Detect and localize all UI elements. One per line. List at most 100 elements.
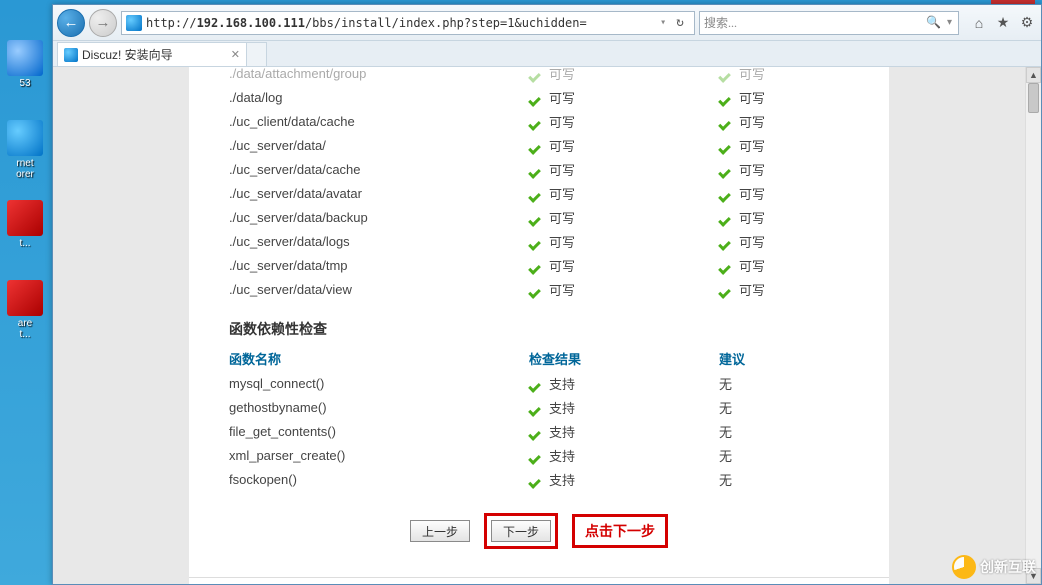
scroll-track[interactable] (1026, 83, 1041, 568)
url-text: http://192.168.100.111/bbs/install/index… (146, 16, 587, 30)
col-header: 建议 (719, 349, 849, 368)
desktop-icon[interactable]: 53 (4, 40, 46, 89)
status-text: 可写 (739, 160, 765, 179)
desktop-icon-label: are t... (18, 318, 32, 340)
status-text: 可写 (739, 280, 765, 299)
dir-path: ./uc_server/data/tmp (229, 258, 529, 273)
status-text: 可写 (739, 112, 765, 131)
scroll-thumb[interactable] (1028, 83, 1039, 113)
check-icon (529, 282, 543, 296)
desktop-icon[interactable]: t... (4, 200, 46, 249)
favorites-icon[interactable]: ★ (993, 13, 1013, 33)
refresh-button[interactable]: ↻ (670, 15, 690, 30)
search-box[interactable]: 搜索... 🔍 ▾ (699, 11, 959, 35)
tab-close-icon[interactable]: ✕ (231, 48, 240, 61)
status-text: 可写 (549, 160, 575, 179)
table-row: ./uc_server/data/backup可写可写 (229, 205, 849, 229)
check-icon (529, 210, 543, 224)
check-icon (529, 186, 543, 200)
result-text: 支持 (549, 422, 575, 441)
search-dropdown-icon[interactable]: ▾ (945, 17, 954, 28)
page-content: ./data/attachment/group 可写 可写 ./data/log… (53, 67, 1025, 584)
suggestion-text: 无 (719, 374, 732, 393)
status-text: 可写 (739, 184, 765, 203)
search-placeholder: 搜索... (704, 14, 737, 31)
suggestion-text: 无 (719, 446, 732, 465)
ie-icon (64, 48, 78, 62)
address-bar[interactable]: http://192.168.100.111/bbs/install/index… (121, 11, 695, 35)
status-text: 可写 (549, 112, 575, 131)
col-header: 检查结果 (529, 349, 719, 368)
next-step-button[interactable]: 下一步 (491, 520, 551, 542)
status-text: 可写 (549, 67, 575, 83)
check-icon (529, 234, 543, 248)
status-text: 可写 (549, 136, 575, 155)
check-icon (529, 448, 543, 462)
status-text: 可写 (549, 208, 575, 227)
table-row: mysql_connect()支持无 (229, 371, 849, 395)
back-button[interactable]: ← (57, 9, 85, 37)
watermark-logo-icon (952, 555, 976, 579)
dir-path: ./uc_server/data/logs (229, 234, 529, 249)
suggestion-text: 无 (719, 398, 732, 417)
result-text: 支持 (549, 470, 575, 489)
tab-title: Discuz! 安装向导 (82, 46, 173, 63)
tab-strip: Discuz! 安装向导 ✕ (53, 41, 1041, 67)
result-text: 支持 (549, 398, 575, 417)
desktop-icon-label: t... (19, 238, 30, 249)
suggestion-text: 无 (719, 470, 732, 489)
annotation-label: 点击下一步 (572, 514, 668, 548)
status-text: 可写 (549, 280, 575, 299)
check-icon (529, 400, 543, 414)
check-icon (719, 234, 733, 248)
func-name: xml_parser_create() (229, 448, 529, 463)
search-icon[interactable]: 🔍 (922, 15, 945, 30)
ie-window: ← → http://192.168.100.111/bbs/install/i… (52, 4, 1042, 585)
toolbar: ← → http://192.168.100.111/bbs/install/i… (53, 5, 1041, 41)
check-icon (529, 258, 543, 272)
status-text: 可写 (549, 88, 575, 107)
table-row: ./uc_server/data/view可写可写 (229, 277, 849, 301)
status-text: 可写 (549, 232, 575, 251)
status-text: 可写 (739, 67, 765, 83)
table-row: ./uc_client/data/cache 可写 可写 (229, 109, 849, 133)
watermark: 创新互联 (952, 555, 1036, 579)
tab-discuz-install[interactable]: Discuz! 安装向导 ✕ (57, 42, 247, 66)
table-row: ./uc_server/data/avatar可写可写 (229, 181, 849, 205)
func-name: file_get_contents() (229, 424, 529, 439)
check-icon (529, 472, 543, 486)
dir-path: ./uc_client/data/cache (229, 114, 529, 129)
table-row: ./uc_server/data/cache可写可写 (229, 157, 849, 181)
check-icon (719, 138, 733, 152)
table-row: ./uc_server/data/可写可写 (229, 133, 849, 157)
home-icon[interactable]: ⌂ (969, 13, 989, 33)
prev-step-button[interactable]: 上一步 (410, 520, 470, 542)
check-icon (719, 186, 733, 200)
table-row: fsockopen()支持无 (229, 467, 849, 491)
check-icon (719, 210, 733, 224)
vertical-scrollbar[interactable]: ▲ ▼ (1025, 67, 1041, 584)
table-row: gethostbyname() 支持 无 (229, 395, 849, 419)
status-text: 可写 (739, 88, 765, 107)
check-icon (719, 258, 733, 272)
new-tab-button[interactable] (247, 42, 267, 66)
func-name: gethostbyname() (229, 400, 529, 415)
desktop-icon[interactable]: are t... (4, 280, 46, 340)
status-text: 可写 (739, 136, 765, 155)
desktop-icon-ie[interactable]: rnet orer (4, 120, 46, 180)
status-text: 可写 (739, 208, 765, 227)
check-icon (529, 90, 543, 104)
check-icon (529, 162, 543, 176)
settings-icon[interactable]: ⚙ (1017, 13, 1037, 33)
check-icon (719, 282, 733, 296)
check-icon (529, 424, 543, 438)
result-text: 支持 (549, 374, 575, 393)
check-icon (529, 114, 543, 128)
col-header: 函数名称 (229, 349, 529, 368)
check-icon (719, 114, 733, 128)
scroll-up-icon[interactable]: ▲ (1026, 67, 1041, 83)
annotation-box: 下一步 (484, 513, 558, 549)
table-row: ./data/log可写可写 (229, 85, 849, 109)
dropdown-icon[interactable]: ▾ (656, 17, 670, 28)
forward-button[interactable]: → (89, 9, 117, 37)
